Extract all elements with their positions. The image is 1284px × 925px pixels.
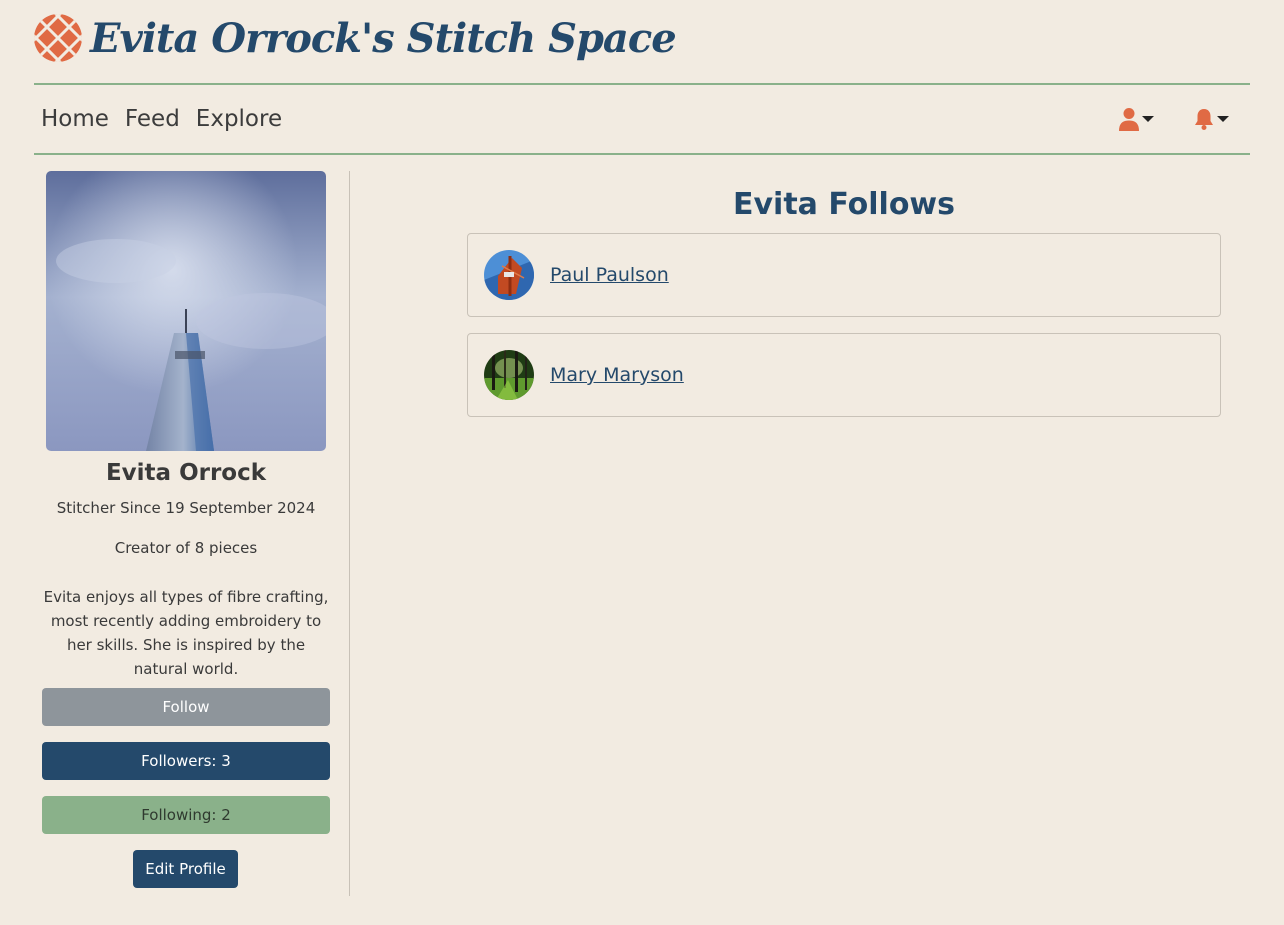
profile-sidebar: Evita Orrock Stitcher Since 19 September… bbox=[34, 171, 350, 896]
site-title[interactable]: Evita Orrock's Stitch Space bbox=[90, 15, 677, 62]
main-navbar: Home Feed Explore bbox=[34, 85, 1250, 153]
follow-card: Paul Paulson bbox=[467, 233, 1221, 317]
follow-button[interactable]: Follow bbox=[42, 688, 330, 726]
notifications-dropdown[interactable] bbox=[1194, 107, 1229, 131]
profile-name: Evita Orrock bbox=[105, 460, 267, 486]
followers-button[interactable]: Followers: 3 bbox=[42, 742, 330, 780]
nav-home-link[interactable]: Home bbox=[41, 106, 109, 132]
following-button[interactable]: Following: 2 bbox=[42, 796, 330, 834]
profile-photo bbox=[46, 171, 326, 451]
nav-links: Home Feed Explore bbox=[41, 85, 298, 153]
creator-count: Creator of 8 pieces bbox=[114, 539, 258, 557]
follow-user-link[interactable]: Mary Maryson bbox=[550, 364, 684, 386]
page-title: Evita Follows bbox=[733, 187, 955, 222]
chevron-down-icon bbox=[1217, 116, 1229, 122]
member-since: Stitcher Since 19 September 2024 bbox=[56, 499, 316, 517]
nav-feed-link[interactable]: Feed bbox=[125, 106, 180, 132]
nav-explore-link[interactable]: Explore bbox=[196, 106, 282, 132]
user-icon bbox=[1119, 108, 1139, 131]
stitch-logo-icon bbox=[34, 14, 82, 62]
profile-bio: Evita enjoys all types of fibre crafting… bbox=[43, 588, 329, 678]
avatar[interactable] bbox=[484, 250, 534, 300]
avatar[interactable] bbox=[484, 350, 534, 400]
edit-profile-button[interactable]: Edit Profile bbox=[133, 850, 238, 888]
follow-user-link[interactable]: Paul Paulson bbox=[550, 264, 669, 286]
site-brand[interactable]: Evita Orrock's Stitch Space bbox=[34, 10, 677, 66]
chevron-down-icon bbox=[1142, 116, 1154, 122]
user-menu-dropdown[interactable] bbox=[1119, 107, 1154, 131]
nav-divider bbox=[34, 153, 1250, 155]
bell-icon bbox=[1195, 109, 1213, 130]
page: Evita Orrock's Stitch Space Home Feed Ex… bbox=[0, 0, 1284, 925]
follow-card: Mary Maryson bbox=[467, 333, 1221, 417]
